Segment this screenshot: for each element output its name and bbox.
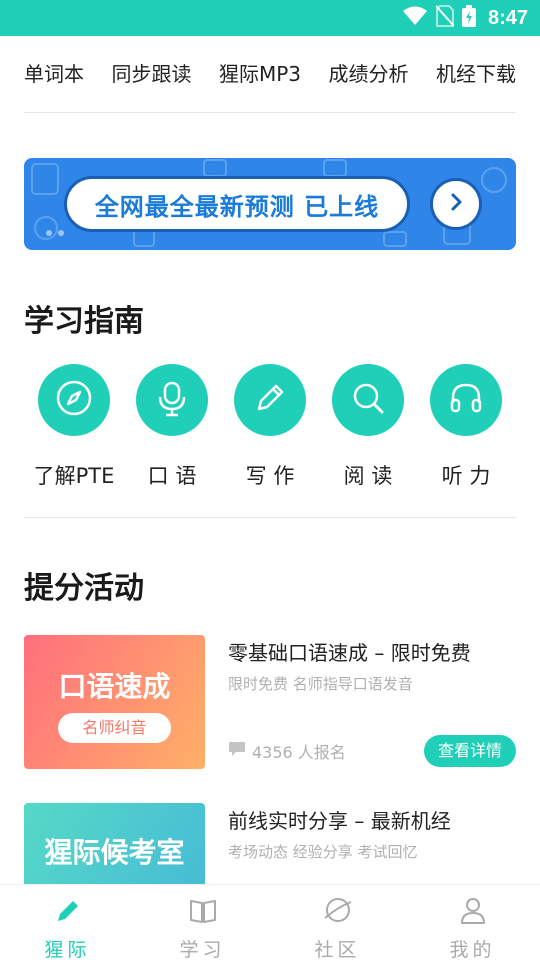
guide-item-speaking[interactable]: 口 语 (122, 364, 222, 490)
quick-nav-download[interactable]: 机经下载 (436, 58, 516, 87)
banner-go-button[interactable] (430, 178, 482, 230)
quick-nav-score-analysis[interactable]: 成绩分析 (329, 58, 409, 87)
pager-dot (46, 230, 52, 236)
quick-nav-shadow-reading[interactable]: 同步跟读 (111, 58, 191, 87)
chat-bubble-icon (228, 741, 246, 761)
tab-profile[interactable]: 我的 (405, 885, 540, 961)
guide-circle (430, 364, 502, 436)
activity-meta: 4356 人报名 (228, 739, 346, 763)
thumbnail-title: 猩际候考室 (44, 836, 185, 869)
guide-item-reading[interactable]: 阅 读 (318, 364, 418, 490)
guide-title: 学习指南 (24, 304, 144, 339)
pencil-icon (53, 895, 83, 929)
tab-study[interactable]: 学习 (135, 885, 270, 961)
tab-home[interactable]: 猩际 (0, 885, 135, 961)
banner-pill: 全网最全最新预测 已上线 (64, 176, 410, 232)
quick-nav-vocab[interactable]: 单词本 (24, 58, 84, 87)
wifi-icon (402, 6, 428, 30)
status-icons: 8:47 (402, 0, 528, 36)
activity-thumbnail: 口语速成 名师纠音 (24, 635, 205, 769)
person-icon (458, 895, 488, 929)
guide-item-listening[interactable]: 听 力 (416, 364, 516, 490)
tab-label: 学习 (179, 939, 226, 961)
book-icon (188, 895, 218, 929)
status-time: 8:47 (487, 6, 528, 29)
tab-community[interactable]: 社区 (270, 885, 405, 961)
search-icon (348, 378, 388, 422)
divider (24, 112, 516, 113)
quick-nav: 单词本 同步跟读 猩际MP3 成绩分析 机经下载 (24, 50, 516, 94)
pencil-icon (250, 378, 290, 422)
guide-label: 写 作 (245, 464, 295, 488)
pager-dot (58, 230, 64, 236)
guide-circle (38, 364, 110, 436)
battery-icon (461, 5, 476, 31)
activity-card[interactable]: 口语速成 名师纠音 零基础口语速成 – 限时免费 限时免费 名师指导口语发音 4… (24, 635, 516, 769)
guide-item-writing[interactable]: 写 作 (220, 364, 320, 490)
activity-title: 前线实时分享 – 最新机经 (228, 809, 451, 833)
guide-circle (234, 364, 306, 436)
signup-count: 4356 人报名 (252, 743, 346, 762)
activity-title: 零基础口语速成 – 限时免费 (228, 641, 471, 665)
view-details-button[interactable]: 查看详情 (424, 735, 516, 767)
promo-banner[interactable]: 全网最全最新预测 已上线 (24, 158, 516, 250)
bottom-tab-bar: 猩际 学习 社区 我的 (0, 884, 540, 961)
quick-nav-mp3[interactable]: 猩际MP3 (219, 58, 301, 87)
guide-label: 阅 读 (343, 464, 393, 488)
tab-label: 我的 (449, 939, 496, 961)
tab-label: 社区 (314, 939, 361, 961)
guide-label: 口 语 (147, 464, 197, 488)
banner-pager (46, 230, 64, 236)
chevron-right-icon (446, 192, 466, 216)
banner-text: 全网最全最新预测 已上线 (94, 192, 380, 221)
guide-circle (332, 364, 404, 436)
activities-title: 提分活动 (24, 571, 144, 606)
guide-label: 了解PTE (33, 464, 115, 488)
planet-icon (323, 895, 353, 929)
guide-circle (136, 364, 208, 436)
activity-subtitle: 限时免费 名师指导口语发音 (228, 675, 413, 693)
compass-icon (54, 378, 94, 422)
headphones-icon (446, 378, 486, 422)
guide-label: 听 力 (441, 464, 491, 488)
activity-subtitle: 考场动态 经验分享 考试回忆 (228, 843, 418, 861)
divider (24, 517, 516, 518)
thumbnail-tag: 名师纠音 (58, 713, 171, 743)
microphone-icon (152, 378, 192, 422)
no-sim-icon (435, 5, 455, 31)
tab-label: 猩际 (44, 939, 91, 961)
status-bar: 8:47 (0, 0, 540, 36)
guide-row: 了解PTE 口 语 写 作 阅 读 听 力 (24, 364, 516, 494)
guide-item-pte[interactable]: 了解PTE (24, 364, 124, 490)
thumbnail-title: 口语速成 (58, 670, 171, 703)
